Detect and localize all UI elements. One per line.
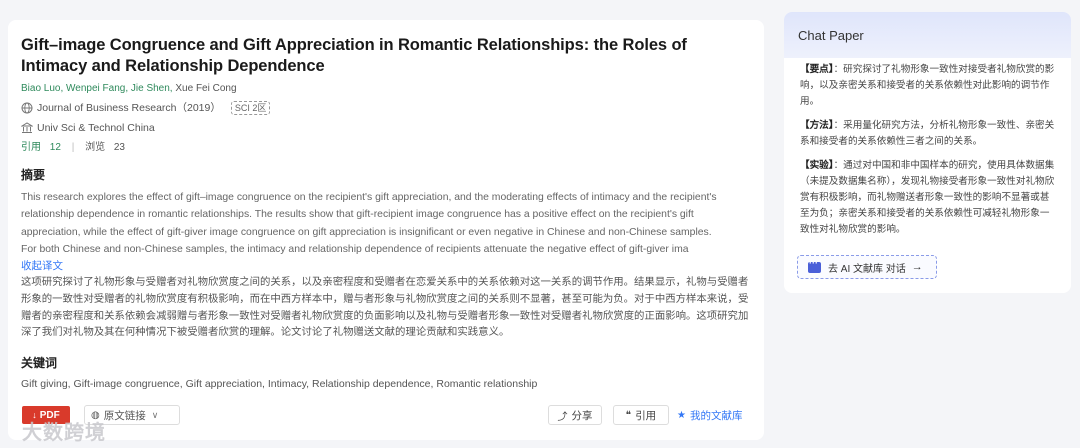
author-links[interactable]: Biao Luo, Wenpei Fang, Jie Shen, [21, 83, 173, 94]
stats-divider: | [71, 142, 75, 153]
points-tag: 【要点】 [800, 64, 834, 75]
sci-badge: SCI 2区 [230, 101, 271, 115]
institution-name[interactable]: Univ Sci & Technol China [37, 120, 155, 136]
download-icon: ↓ [32, 410, 37, 420]
stats-row: 引用 12 | 浏览 23 [21, 141, 750, 155]
journal-row: Journal of Business Research（2019） SCI 2… [21, 100, 750, 116]
my-library-button[interactable]: ★ 我的文献库 [677, 405, 742, 425]
cite-count: 12 [49, 142, 61, 153]
summary-points: 【要点】：研究探讨了礼物形象一致性对接受者礼物欣赏的影响，以及亲密关系和接受者的… [800, 62, 1055, 110]
method-text: ：采用量化研究方法，分析礼物形象一致性、亲密关系和接受者的关系依赖性三者之间的关… [800, 120, 1055, 147]
action-bar: ↓ PDF ◍ 原文链接 ∨ ⤴ 分享 ❝ 引用 ★ 我的文献库 [21, 404, 750, 426]
link-globe-icon: ◍ [91, 409, 100, 421]
ai-library-chat-button[interactable]: 去 AI 文献库 对话 → [797, 255, 937, 279]
collapse-translation-link[interactable]: 收起译文 [21, 258, 750, 274]
quote-icon: ❝ [625, 409, 632, 421]
institution-icon [21, 122, 33, 133]
cite-button-label: 引用 [635, 409, 657, 422]
share-icon: ⤴ [557, 411, 568, 423]
arrow-right-icon: → [911, 261, 923, 273]
keywords-list: Gift giving, Gift-image congruence, Gift… [21, 378, 538, 391]
source-link-button[interactable]: ◍ 原文链接 ∨ [84, 405, 180, 425]
pdf-label: PDF [39, 409, 60, 421]
globe-icon [21, 102, 33, 114]
star-icon: ★ [677, 409, 686, 421]
experiment-tag: 【实验】 [800, 160, 834, 171]
abstract-heading: 摘要 [21, 168, 46, 182]
author-list: Biao Luo, Wenpei Fang, Jie Shen, Xue Fei… [21, 82, 750, 96]
summary-method: 【方法】：采用量化研究方法，分析礼物形象一致性、亲密关系和接受者的关系依赖性三者… [800, 118, 1055, 150]
points-text: ：研究探讨了礼物形象一致性对接受者礼物欣赏的影响，以及亲密关系和接受者的关系依赖… [800, 64, 1055, 107]
abstract-translation: 这项研究探讨了礼物形象与受赠者对礼物欣赏度之间的关系，以及亲密程度和受赠者在恋爱… [21, 277, 749, 339]
institution-row: Univ Sci & Technol China [21, 120, 750, 136]
ai-button-label: 去 AI 文献库 对话 [828, 263, 906, 275]
keywords-heading: 关键词 [21, 356, 58, 371]
chat-paper-panel: Chat Paper 【要点】：研究探讨了礼物形象一致性对接受者礼物欣赏的影响，… [784, 12, 1071, 293]
my-library-label: 我的文献库 [689, 409, 743, 422]
paper-card: Gift–image Congruence and Gift Appreciat… [8, 20, 764, 440]
chat-paper-title: Chat Paper [784, 12, 1071, 58]
chevron-down-icon: ∨ [151, 409, 159, 420]
views-label: 浏览 [85, 142, 106, 153]
source-link-label: 原文链接 [103, 409, 146, 422]
share-button[interactable]: ⤴ 分享 [548, 405, 602, 425]
cite-button[interactable]: ❝ 引用 [613, 405, 669, 425]
experiment-text: ：通过对中国和非中国样本的研究，使用具体数据集（未提及数据集名称），发现礼物接受… [800, 160, 1055, 235]
share-label: 分享 [571, 409, 593, 422]
abstract-text: This research explores the effect of gif… [21, 192, 717, 255]
paper-title[interactable]: Gift–image Congruence and Gift Appreciat… [21, 35, 750, 77]
chat-paper-body: 【要点】：研究探讨了礼物形象一致性对接受者礼物欣赏的影响，以及亲密关系和接受者的… [784, 58, 1071, 238]
journal-name[interactable]: Journal of Business Research（2019） [37, 100, 221, 116]
chat-bubble-icon [808, 258, 821, 273]
summary-experiment: 【实验】：通过对中国和非中国样本的研究，使用具体数据集（未提及数据集名称），发现… [800, 158, 1055, 238]
pdf-button[interactable]: ↓ PDF [22, 406, 70, 424]
cite-label: 引用 [21, 142, 41, 153]
views-count: 23 [113, 142, 125, 153]
author-plain: Xue Fei Cong [172, 83, 237, 94]
method-tag: 【方法】 [800, 120, 834, 131]
